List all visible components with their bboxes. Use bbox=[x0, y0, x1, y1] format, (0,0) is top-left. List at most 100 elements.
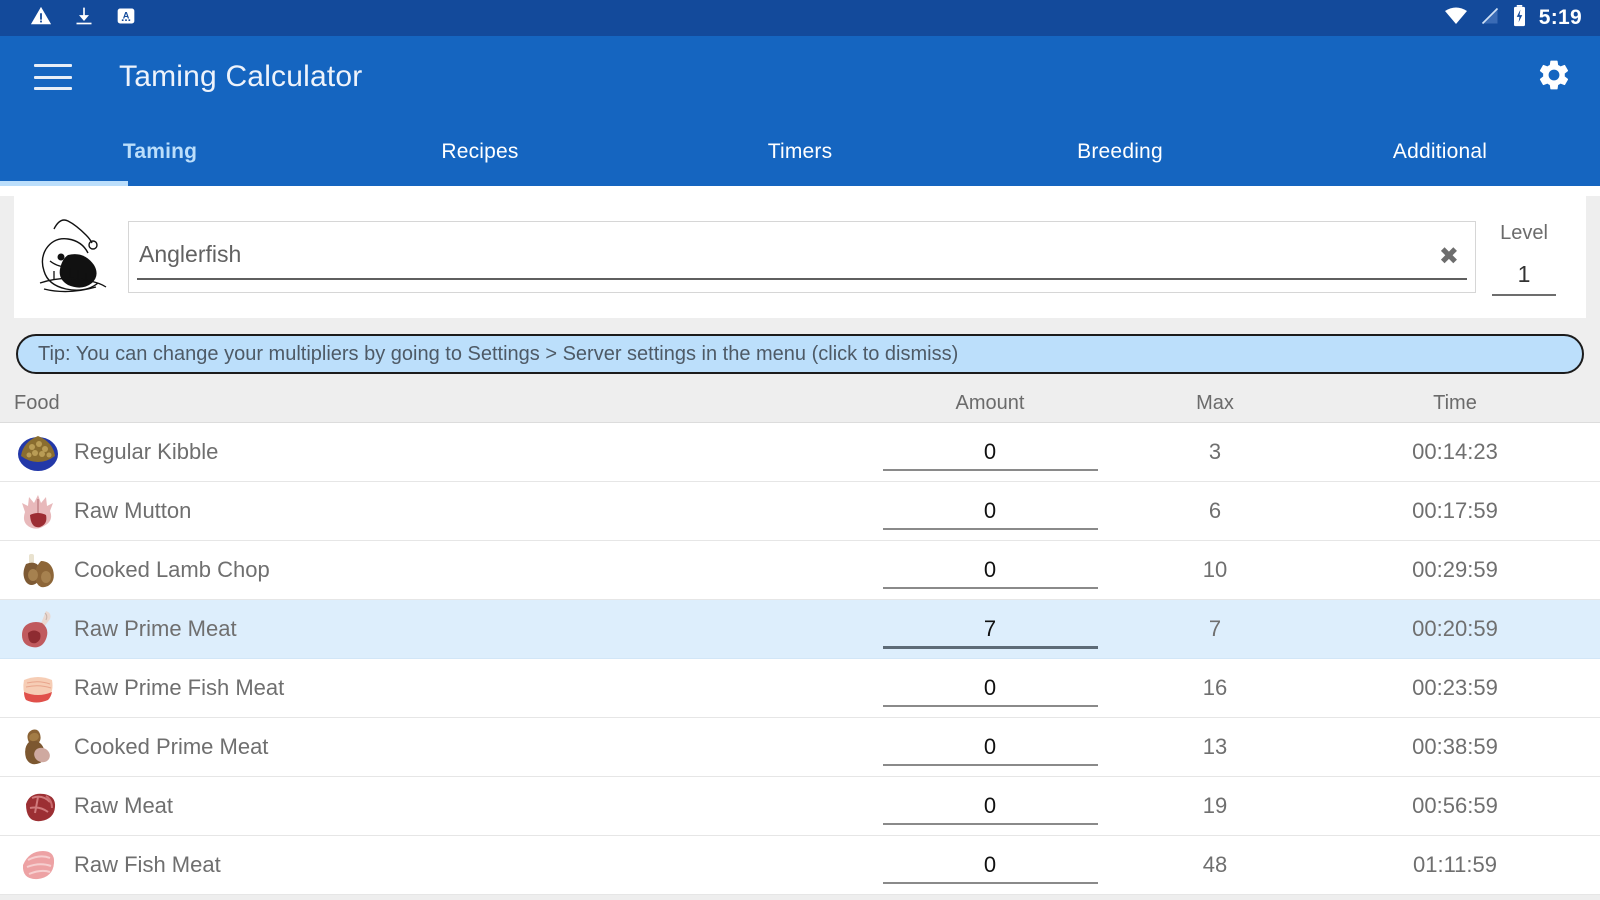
amount-value: 0 bbox=[984, 734, 996, 760]
tab-additional[interactable]: Additional bbox=[1280, 118, 1600, 186]
clear-x-icon[interactable]: ✖ bbox=[1439, 245, 1459, 269]
kibble-icon bbox=[14, 428, 62, 476]
amount-input[interactable]: 0 bbox=[860, 659, 1120, 717]
tip-text: Tip: You can change your multipliers by … bbox=[38, 343, 958, 366]
amount-underline bbox=[883, 528, 1098, 530]
svg-text:A: A bbox=[123, 10, 130, 20]
time-value: 00:38:59 bbox=[1310, 734, 1600, 760]
anglerfish-icon bbox=[22, 205, 114, 309]
time-value: 00:20:59 bbox=[1310, 616, 1600, 642]
food-name: Raw Prime Meat bbox=[74, 616, 237, 642]
food-cell: Raw Prime Fish Meat bbox=[14, 664, 860, 712]
amount-input[interactable]: 0 bbox=[860, 541, 1120, 599]
amount-value: 0 bbox=[984, 498, 996, 524]
amount-underline bbox=[883, 469, 1098, 471]
amount-input[interactable]: 0 bbox=[860, 482, 1120, 540]
tab-label: Additional bbox=[1393, 140, 1487, 164]
header-amount: Amount bbox=[860, 392, 1120, 415]
amount-underline bbox=[883, 587, 1098, 589]
table-row[interactable]: Raw Fish Meat 0 48 01:11:59 bbox=[0, 836, 1600, 895]
amount-value: 0 bbox=[984, 852, 996, 878]
food-cell: Raw Meat bbox=[14, 782, 860, 830]
time-value: 00:56:59 bbox=[1310, 793, 1600, 819]
raw-prime-meat-icon bbox=[14, 605, 62, 653]
table-row[interactable]: Cooked Lamb Chop 0 10 00:29:59 bbox=[0, 541, 1600, 600]
food-cell: Regular Kibble bbox=[14, 428, 860, 476]
table-body: Regular Kibble 0 3 00:14:23 Raw Mutton bbox=[0, 422, 1600, 895]
amount-underline bbox=[883, 823, 1098, 825]
food-name: Raw Meat bbox=[74, 793, 173, 819]
amount-value: 0 bbox=[984, 675, 996, 701]
no-signal-icon bbox=[1480, 6, 1500, 31]
tab-recipes[interactable]: Recipes bbox=[320, 118, 640, 186]
time-value: 00:29:59 bbox=[1310, 557, 1600, 583]
amount-underline bbox=[883, 705, 1098, 707]
amount-underline bbox=[883, 764, 1098, 766]
food-table: Food Amount Max Time Regular Kibble 0 3 bbox=[0, 384, 1600, 895]
food-name: Raw Fish Meat bbox=[74, 852, 221, 878]
level-input[interactable]: 1 bbox=[1518, 261, 1531, 288]
food-name: Regular Kibble bbox=[74, 439, 218, 465]
gear-icon[interactable] bbox=[1536, 57, 1572, 98]
tab-breeding[interactable]: Breeding bbox=[960, 118, 1280, 186]
tab-taming[interactable]: Taming bbox=[0, 118, 320, 186]
header-max: Max bbox=[1120, 392, 1310, 415]
table-row[interactable]: Regular Kibble 0 3 00:14:23 bbox=[0, 423, 1600, 482]
max-value: 7 bbox=[1120, 616, 1310, 642]
amount-value: 7 bbox=[984, 616, 996, 642]
creature-select-input[interactable]: Anglerfish ✖ bbox=[128, 221, 1476, 293]
tab-bar: Taming Recipes Timers Breeding Additiona… bbox=[0, 118, 1600, 186]
table-row[interactable]: Raw Mutton 0 6 00:17:59 bbox=[0, 482, 1600, 541]
tab-label: Taming bbox=[123, 140, 197, 164]
max-value: 10 bbox=[1120, 557, 1310, 583]
creature-select-underline bbox=[137, 278, 1467, 280]
amount-input[interactable]: 0 bbox=[860, 718, 1120, 776]
download-icon bbox=[74, 5, 94, 32]
amount-input[interactable]: 0 bbox=[860, 423, 1120, 481]
amount-input[interactable]: 7 bbox=[860, 600, 1120, 658]
food-cell: Raw Prime Meat bbox=[14, 605, 860, 653]
food-cell: Raw Fish Meat bbox=[14, 841, 860, 889]
time-value: 00:17:59 bbox=[1310, 498, 1600, 524]
header-food: Food bbox=[14, 392, 860, 415]
table-row[interactable]: Raw Prime Fish Meat 0 16 00:23:59 bbox=[0, 659, 1600, 718]
tip-banner[interactable]: Tip: You can change your multipliers by … bbox=[16, 334, 1584, 374]
app-bar: Taming Calculator bbox=[0, 36, 1600, 118]
amount-underline bbox=[883, 646, 1098, 649]
hamburger-menu-icon[interactable] bbox=[34, 64, 72, 90]
amount-input[interactable]: 0 bbox=[860, 836, 1120, 894]
status-bar-left-icons: A bbox=[30, 5, 136, 32]
time-value: 01:11:59 bbox=[1310, 852, 1600, 878]
food-name: Raw Mutton bbox=[74, 498, 191, 524]
tab-label: Recipes bbox=[441, 140, 518, 164]
tab-timers[interactable]: Timers bbox=[640, 118, 960, 186]
max-value: 19 bbox=[1120, 793, 1310, 819]
food-name: Cooked Lamb Chop bbox=[74, 557, 270, 583]
food-name: Raw Prime Fish Meat bbox=[74, 675, 284, 701]
taming-page: Anglerfish ✖ Level 1 Tip: You can change… bbox=[0, 196, 1600, 900]
header-time: Time bbox=[1310, 392, 1600, 415]
tab-label: Timers bbox=[768, 140, 833, 164]
max-value: 13 bbox=[1120, 734, 1310, 760]
food-cell: Raw Mutton bbox=[14, 487, 860, 535]
max-value: 16 bbox=[1120, 675, 1310, 701]
table-row[interactable]: Raw Meat 0 19 00:56:59 bbox=[0, 777, 1600, 836]
keyboard-a-icon: A bbox=[116, 6, 136, 31]
time-value: 00:23:59 bbox=[1310, 675, 1600, 701]
creature-select-value: Anglerfish bbox=[139, 241, 241, 274]
food-cell: Cooked Lamb Chop bbox=[14, 546, 860, 594]
level-underline bbox=[1492, 294, 1556, 296]
table-row[interactable]: Cooked Prime Meat 0 13 00:38:59 bbox=[0, 718, 1600, 777]
table-row[interactable]: Raw Prime Meat 7 7 00:20:59 bbox=[0, 600, 1600, 659]
table-header-row: Food Amount Max Time bbox=[0, 384, 1600, 422]
lamb-chop-icon bbox=[14, 546, 62, 594]
creature-select-wrap: Anglerfish ✖ bbox=[128, 221, 1476, 293]
max-value: 6 bbox=[1120, 498, 1310, 524]
warning-triangle-icon bbox=[30, 5, 52, 32]
amount-value: 0 bbox=[984, 793, 996, 819]
amount-underline bbox=[883, 882, 1098, 884]
tab-active-indicator bbox=[0, 181, 128, 186]
amount-input[interactable]: 0 bbox=[860, 777, 1120, 835]
prime-fish-meat-icon bbox=[14, 664, 62, 712]
wifi-icon bbox=[1444, 6, 1468, 31]
